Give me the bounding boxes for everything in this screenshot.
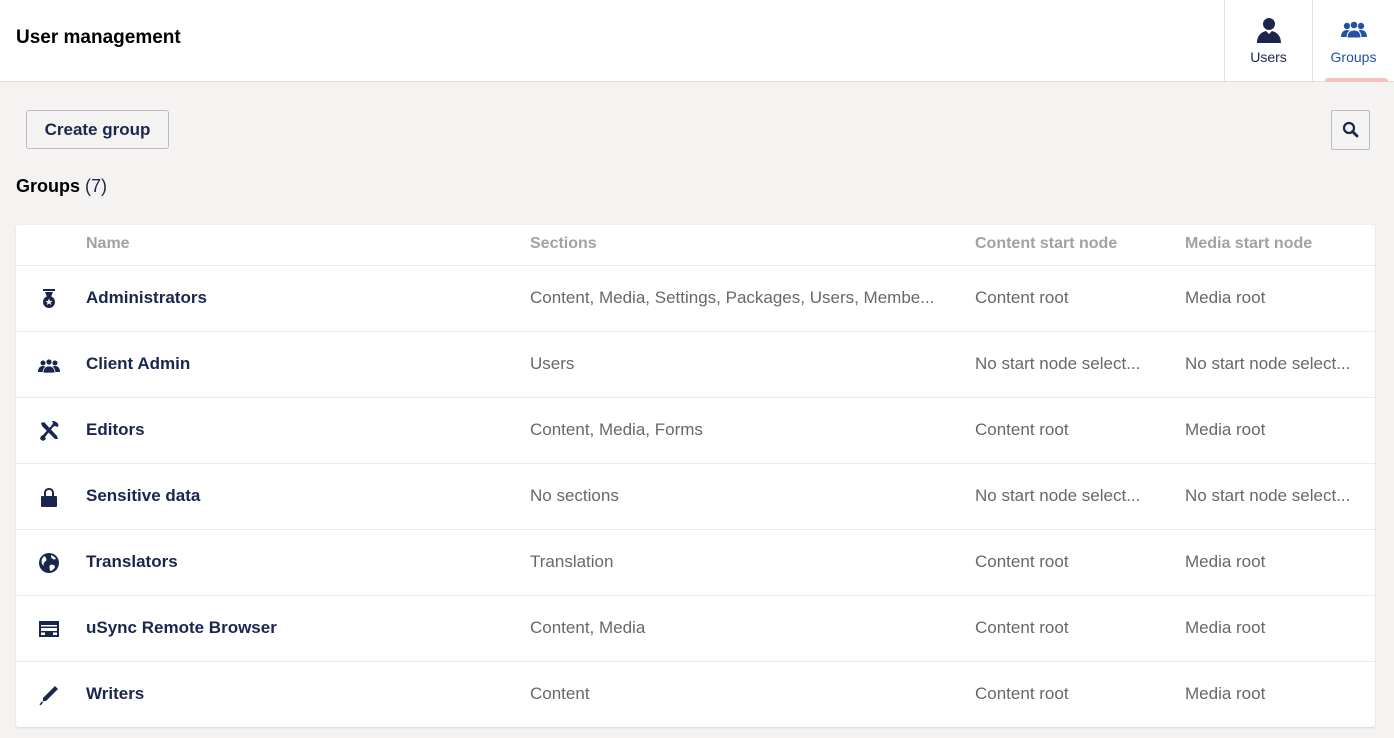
group-sections: Content, Media, Forms [530, 420, 703, 439]
group-sections: Content, Media, Settings, Packages, User… [530, 288, 935, 307]
group-media-start: No start node select... [1185, 486, 1351, 505]
table-row[interactable]: Editors Content, Media, Forms Content ro… [16, 398, 1375, 464]
group-sections: Content [530, 684, 590, 703]
group-media-start: No start node select... [1185, 354, 1351, 373]
pencil-icon [39, 686, 58, 706]
groups-count: (7) [85, 176, 108, 196]
group-name[interactable]: uSync Remote Browser [86, 618, 277, 638]
column-header-media-start-node[interactable]: Media start node [1185, 235, 1312, 253]
group-content-start: No start node select... [975, 354, 1141, 373]
group-name[interactable]: Translators [86, 552, 178, 572]
page-header: User management Users Groups [0, 0, 1394, 82]
medal-icon [43, 289, 55, 308]
group-sections: Users [530, 354, 575, 373]
group-content-start: Content root [975, 684, 1069, 703]
group-name[interactable]: Administrators [86, 288, 207, 308]
active-tab-indicator [1325, 78, 1388, 82]
group-sections: Translation [530, 552, 614, 571]
browser-window-icon [39, 621, 59, 637]
groups-table: Name Sections Content start node Media s… [16, 225, 1375, 727]
group-name[interactable]: Editors [86, 420, 145, 440]
groups-heading: Groups (7) [16, 176, 107, 197]
table-row[interactable]: Translators Translation Content root Med… [16, 530, 1375, 596]
table-row[interactable]: Client Admin Users No start node select.… [16, 332, 1375, 398]
group-content-start: Content root [975, 420, 1069, 439]
group-media-start: Media root [1185, 618, 1266, 637]
lock-icon [41, 488, 57, 507]
group-sections: No sections [530, 486, 619, 505]
column-header-name[interactable]: Name [86, 235, 130, 253]
table-header: Name Sections Content start node Media s… [16, 225, 1375, 266]
search-button[interactable] [1331, 110, 1370, 150]
create-group-button[interactable]: Create group [26, 110, 169, 149]
tab-groups[interactable]: Groups [1312, 0, 1394, 82]
group-name[interactable]: Sensitive data [86, 486, 200, 506]
table-row[interactable]: uSync Remote Browser Content, Media Cont… [16, 596, 1375, 662]
users-group-icon [1340, 20, 1367, 39]
group-media-start: Media root [1185, 552, 1266, 571]
table-row[interactable]: Administrators Content, Media, Settings,… [16, 266, 1375, 332]
column-header-sections[interactable]: Sections [530, 235, 597, 253]
tab-users-label: Users [1250, 49, 1287, 65]
group-sections: Content, Media [530, 618, 646, 637]
table-row[interactable]: Sensitive data No sections No start node… [16, 464, 1375, 530]
tab-users[interactable]: Users [1224, 0, 1312, 82]
group-content-start: Content root [975, 552, 1069, 571]
group-content-start: No start node select... [975, 486, 1141, 505]
column-header-content-start-node[interactable]: Content start node [975, 235, 1117, 253]
group-name[interactable]: Client Admin [86, 354, 190, 374]
group-content-start: Content root [975, 288, 1069, 307]
globe-icon [39, 553, 59, 573]
search-icon [1342, 121, 1358, 138]
header-tabs: Users Groups [1224, 0, 1394, 82]
group-media-start: Media root [1185, 288, 1266, 307]
group-content-start: Content root [975, 618, 1069, 637]
group-media-start: Media root [1185, 420, 1266, 439]
tab-groups-label: Groups [1330, 49, 1377, 65]
user-icon [1256, 18, 1281, 43]
tools-icon [40, 421, 59, 441]
groups-heading-label: Groups [16, 176, 81, 196]
group-name[interactable]: Writers [86, 684, 144, 704]
group-media-start: Media root [1185, 684, 1266, 703]
table-row[interactable]: Writers Content Content root Media root [16, 662, 1375, 728]
page-title: User management [16, 27, 181, 48]
users-group-icon [38, 358, 60, 374]
